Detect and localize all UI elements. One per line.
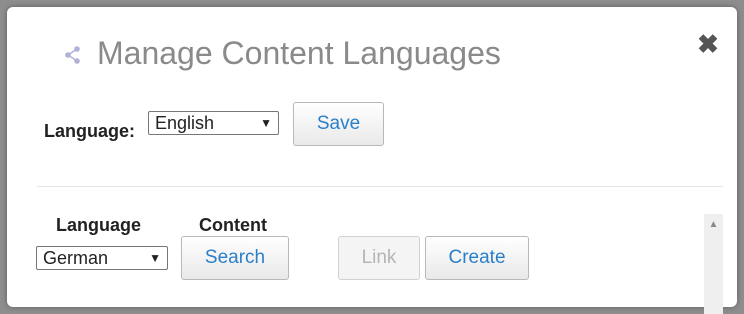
dialog-title: Manage Content Languages (97, 35, 501, 71)
column-header-content: Content (199, 215, 267, 235)
link-button: Link (338, 236, 420, 280)
divider (37, 186, 723, 187)
create-button[interactable]: Create (425, 236, 529, 280)
close-icon[interactable]: ✖ (697, 31, 719, 57)
chevron-down-icon: ▼ (260, 116, 272, 130)
scroll-up-arrow-icon[interactable]: ▲ (704, 219, 723, 231)
search-button[interactable]: Search (181, 236, 289, 280)
row-language-select[interactable]: German ▼ (36, 246, 168, 270)
language-select-value: English (155, 113, 215, 133)
share-icon (65, 46, 80, 64)
save-button[interactable]: Save (293, 102, 384, 146)
manage-languages-dialog: Manage Content Languages ✖ Language: Eng… (7, 7, 737, 314)
row-language-value: German (43, 248, 109, 268)
language-label: Language: (44, 121, 136, 141)
chevron-down-icon: ▼ (149, 251, 161, 265)
vertical-scrollbar[interactable]: ▲ (704, 214, 723, 314)
language-select[interactable]: English ▼ (148, 111, 279, 135)
column-header-language: Language (56, 215, 142, 235)
